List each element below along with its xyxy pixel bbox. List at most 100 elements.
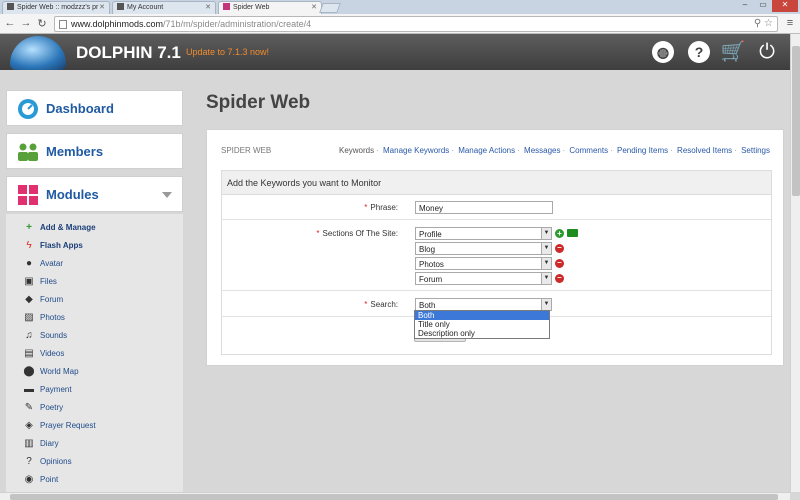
vertical-scroll-thumb[interactable] [792, 46, 800, 196]
sidebar-item-label: Files [40, 277, 57, 286]
forward-icon[interactable]: → [20, 17, 32, 29]
sidebar-item-point[interactable]: ◉ Point [6, 471, 183, 489]
back-icon[interactable]: ← [4, 17, 16, 29]
sidebar-card-members[interactable]: Members [6, 133, 183, 169]
close-tab-icon[interactable]: ✕ [311, 3, 317, 11]
section-select-4[interactable]: Forum ▼ [415, 272, 552, 285]
sidebar-item-sounds[interactable]: ♫ Sounds [6, 327, 183, 345]
chevron-down-icon[interactable] [162, 192, 172, 198]
cart-icon[interactable]: 🛒 [720, 39, 746, 65]
browser-tab-2[interactable]: My Account ✕ [112, 1, 216, 14]
book-icon: ▥ [24, 438, 34, 449]
add-section-icon[interactable]: + [555, 229, 564, 238]
sidebar-item-flash-apps[interactable]: ϟ Flash Apps [6, 237, 183, 255]
globe-icon[interactable]: ◍ [652, 41, 674, 63]
tags-icon: ◈ [25, 420, 33, 431]
remove-section-icon[interactable]: – [555, 244, 564, 253]
vertical-scrollbar[interactable] [790, 34, 800, 492]
sidebar-item-videos[interactable]: ▤ Videos [6, 345, 183, 363]
modules-submenu: + Add & Manage ϟ Flash Apps ● Avatar ▣ Files… [6, 214, 183, 500]
sidebar-card-dashboard[interactable]: Dashboard [6, 90, 183, 126]
sidebar-item-photos[interactable]: ▨ Photos [6, 309, 183, 327]
dot-icon: ◉ [24, 474, 34, 485]
browser-menu-icon[interactable]: ≡ [784, 17, 796, 29]
section-select-1[interactable]: Profile ▼ [415, 227, 552, 240]
sidebar-item-world-map[interactable]: ⬤ World Map [6, 363, 183, 381]
sidebar-card-modules[interactable]: Modules [6, 176, 183, 212]
sidebar-item-avatar[interactable]: ● Avatar [6, 255, 183, 273]
horizontal-scroll-thumb[interactable] [10, 494, 778, 500]
bolt-icon: ϟ [26, 240, 32, 251]
sidebar-item-prayer-request[interactable]: ◈ Prayer Request [6, 417, 183, 435]
sidebar-card-label: Dashboard [46, 101, 114, 116]
tab-manage-keywords[interactable]: Manage Keywords [383, 146, 449, 155]
close-tab-icon[interactable]: ✕ [99, 3, 105, 11]
address-bar[interactable]: www.dolphinmods.com/71b/m/spider/adminis… [54, 16, 778, 32]
bookmark-star-icon[interactable]: ☆ [764, 18, 773, 29]
tab-resolved-items[interactable]: Resolved Items [677, 146, 732, 155]
help-icon[interactable]: ? [688, 41, 710, 63]
tab-pending-items[interactable]: Pending Items [617, 146, 668, 155]
tab-manage-actions[interactable]: Manage Actions [458, 146, 515, 155]
section-select-3[interactable]: Photos ▼ [415, 257, 552, 270]
panel-title: SPIDER WEB [221, 146, 272, 155]
address-tools: ⚲ ☆ [754, 18, 773, 29]
sidebar-item-label: Poetry [40, 403, 64, 412]
sidebar-item-poetry[interactable]: ✎ Poetry [6, 399, 183, 417]
update-link[interactable]: Update to 7.1.3 now! [186, 47, 269, 57]
url-path: /71b/m/spider/administration/create/4 [163, 19, 312, 29]
dolphin-logo-icon[interactable] [10, 36, 66, 70]
search-label: * Search: [222, 300, 398, 309]
folder-icon[interactable] [567, 229, 578, 237]
tab-title: My Account [127, 4, 164, 11]
plus-icon: + [26, 222, 32, 233]
favicon-icon [7, 3, 14, 10]
zoom-icon[interactable]: ⚲ [754, 18, 761, 29]
tab-settings[interactable]: Settings [741, 146, 770, 155]
brand-title: DOLPHIN 7.1 [76, 43, 181, 62]
tab-messages[interactable]: Messages [524, 146, 560, 155]
power-icon[interactable]: ⏻ [754, 39, 780, 65]
chevron-down-icon: ▼ [541, 228, 551, 239]
sidebar-item-label: Videos [40, 349, 65, 358]
sidebar-item-label: Opinions [40, 457, 72, 466]
sidebar-item-label: Forum [40, 295, 64, 304]
minimize-icon[interactable]: – [736, 0, 754, 12]
section-select-2[interactable]: Blog ▼ [415, 242, 552, 255]
phrase-input[interactable]: Money [415, 201, 553, 214]
phrase-label: * Phrase: [222, 203, 398, 212]
remove-section-icon[interactable]: – [555, 259, 564, 268]
sidebar-item-files[interactable]: ▣ Files [6, 273, 183, 291]
film-icon: ▤ [24, 348, 34, 359]
sidebar-item-opinions[interactable]: ? Opinions [6, 453, 183, 471]
chevron-down-icon: ▼ [541, 258, 551, 269]
search-option-description-only[interactable]: Description only [415, 329, 549, 338]
reload-icon[interactable]: ↻ [36, 17, 48, 30]
modules-icon [18, 185, 38, 205]
sidebar-item-label: World Map [40, 367, 79, 376]
sidebar-item-add-manage[interactable]: + Add & Manage [6, 219, 183, 237]
tab-keywords[interactable]: Keywords [339, 146, 374, 155]
close-window-icon[interactable]: ✕ [772, 0, 798, 12]
new-tab-button[interactable] [319, 3, 341, 13]
search-option-both[interactable]: Both [415, 311, 549, 320]
browser-tab-1[interactable]: Spider Web :: modzzz's pr ✕ [2, 1, 110, 14]
sidebar-item-label: Payment [40, 385, 72, 394]
remove-section-icon[interactable]: – [555, 274, 564, 283]
page-icon [59, 20, 67, 29]
sidebar-card-label: Modules [46, 187, 99, 202]
tab-comments[interactable]: Comments [569, 146, 608, 155]
panel-nav: Keywords · Manage Keywords · Manage Action… [338, 146, 770, 155]
sidebar-item-diary[interactable]: ▥ Diary [6, 435, 183, 453]
chevron-down-icon: ▼ [541, 273, 551, 284]
sidebar-item-payment[interactable]: ▬ Payment [6, 381, 183, 399]
search-option-title-only[interactable]: Title only [415, 320, 549, 329]
favicon-icon [117, 3, 124, 10]
horizontal-scrollbar[interactable] [0, 492, 790, 500]
maximize-icon[interactable]: ▭ [754, 0, 772, 12]
sidebar-item-forum[interactable]: ◆ Forum [6, 291, 183, 309]
search-options-dropdown: Both Title only Description only [414, 310, 550, 339]
form-heading-bar: Add the Keywords you want to Monitor [222, 171, 771, 195]
close-tab-icon[interactable]: ✕ [205, 3, 211, 11]
browser-tab-3-active[interactable]: Spider Web ✕ [218, 1, 322, 14]
